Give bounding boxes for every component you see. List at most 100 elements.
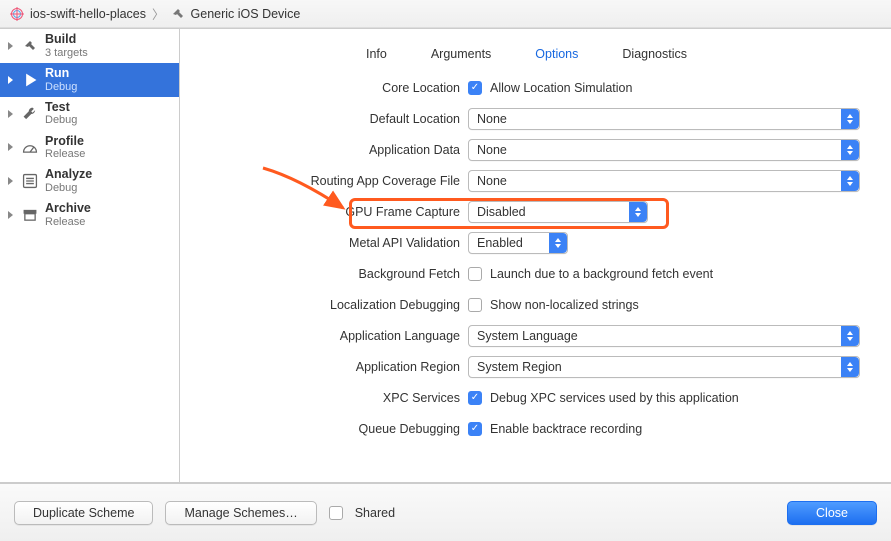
allow-location-checkbox[interactable] (468, 81, 482, 95)
popup-arrows-icon (841, 326, 859, 346)
side-item-title: Run (45, 67, 77, 81)
app-target-icon (10, 7, 24, 21)
disclosure-icon (8, 110, 13, 118)
popup-arrows-icon (549, 233, 567, 253)
tab-options[interactable]: Options (535, 47, 578, 61)
close-button[interactable]: Close (787, 501, 877, 525)
hammer-icon (21, 37, 39, 55)
popup-value: Disabled (477, 205, 526, 219)
bg-fetch-text: Launch due to a background fetch event (490, 267, 713, 281)
xpc-text: Debug XPC services used by this applicat… (490, 391, 739, 405)
popup-value: Enabled (477, 236, 523, 250)
gauge-icon (21, 138, 39, 156)
app-data-popup[interactable]: None (468, 139, 860, 161)
side-test[interactable]: Test Debug (0, 97, 179, 131)
queue-checkbox[interactable] (468, 422, 482, 436)
app-region-label: Application Region (180, 360, 460, 374)
options-pane: Info Arguments Options Diagnostics Core … (180, 29, 891, 482)
shared-label: Shared (355, 506, 395, 520)
app-region-popup[interactable]: System Region (468, 356, 860, 378)
side-item-sub: Release (45, 216, 91, 228)
side-item-text: Analyze Debug (45, 168, 92, 194)
popup-arrows-icon (841, 140, 859, 160)
loc-debug-text: Show non-localized strings (490, 298, 639, 312)
shared-checkbox[interactable] (329, 506, 343, 520)
side-item-title: Test (45, 101, 77, 115)
popup-arrows-icon (841, 171, 859, 191)
popup-arrows-icon (841, 109, 859, 129)
play-icon (21, 71, 39, 89)
detail-tabs: Info Arguments Options Diagnostics (180, 47, 873, 61)
side-archive[interactable]: Archive Release (0, 198, 179, 232)
side-item-text: Test Debug (45, 101, 77, 127)
side-build[interactable]: Build 3 targets (0, 29, 179, 63)
side-profile[interactable]: Profile Release (0, 131, 179, 165)
archive-icon (21, 206, 39, 224)
app-lang-popup[interactable]: System Language (468, 325, 860, 347)
popup-value: None (477, 174, 507, 188)
side-item-text: Run Debug (45, 67, 77, 93)
queue-text: Enable backtrace recording (490, 422, 642, 436)
side-run[interactable]: Run Debug (0, 63, 179, 97)
side-item-sub: Debug (45, 114, 77, 126)
loc-debug-checkbox[interactable] (468, 298, 482, 312)
main-split: Build 3 targets Run Debug Test Debug (0, 28, 891, 483)
disclosure-icon (8, 211, 13, 219)
breadcrumb-project[interactable]: ios-swift-hello-places (30, 7, 146, 21)
side-item-title: Archive (45, 202, 91, 216)
gpu-frame-capture-popup[interactable]: Disabled (468, 201, 648, 223)
routing-file-popup[interactable]: None (468, 170, 860, 192)
button-label: Close (816, 506, 848, 520)
popup-arrows-icon (629, 202, 647, 222)
default-location-label: Default Location (180, 112, 460, 126)
metal-validation-popup[interactable]: Enabled (468, 232, 568, 254)
core-location-label: Core Location (180, 81, 460, 95)
duplicate-scheme-button[interactable]: Duplicate Scheme (14, 501, 153, 525)
tab-info[interactable]: Info (366, 47, 387, 61)
popup-value: None (477, 112, 507, 126)
side-item-title: Build (45, 33, 88, 47)
side-analyze[interactable]: Analyze Debug (0, 164, 179, 198)
popup-arrows-icon (841, 357, 859, 377)
breadcrumb: ios-swift-hello-places 〉 Generic iOS Dev… (0, 0, 891, 28)
disclosure-icon (8, 177, 13, 185)
tab-arguments[interactable]: Arguments (431, 47, 491, 61)
disclosure-icon (8, 76, 13, 84)
side-item-sub: Debug (45, 81, 77, 93)
bg-fetch-checkbox[interactable] (468, 267, 482, 281)
xcode-scheme-editor: ios-swift-hello-places 〉 Generic iOS Dev… (0, 0, 891, 541)
bottom-bar: Duplicate Scheme Manage Schemes… Shared … (0, 483, 891, 541)
hammer-icon (171, 7, 185, 21)
side-item-title: Profile (45, 135, 85, 149)
app-lang-label: Application Language (180, 329, 460, 343)
button-label: Duplicate Scheme (33, 506, 134, 520)
button-label: Manage Schemes… (184, 506, 297, 520)
wrench-icon (21, 105, 39, 123)
allow-location-text: Allow Location Simulation (490, 81, 632, 95)
side-item-sub: Debug (45, 182, 92, 194)
bg-fetch-label: Background Fetch (180, 267, 460, 281)
xpc-checkbox[interactable] (468, 391, 482, 405)
tab-diagnostics[interactable]: Diagnostics (622, 47, 687, 61)
loc-debug-label: Localization Debugging (180, 298, 460, 312)
popup-value: None (477, 143, 507, 157)
scheme-action-list: Build 3 targets Run Debug Test Debug (0, 29, 180, 482)
xpc-label: XPC Services (180, 391, 460, 405)
app-data-label: Application Data (180, 143, 460, 157)
side-item-sub: Release (45, 148, 85, 160)
routing-file-label: Routing App Coverage File (180, 174, 460, 188)
side-item-text: Profile Release (45, 135, 85, 161)
side-item-title: Analyze (45, 168, 92, 182)
default-location-popup[interactable]: None (468, 108, 860, 130)
popup-value: System Region (477, 360, 562, 374)
side-item-text: Archive Release (45, 202, 91, 228)
checklist-icon (21, 172, 39, 190)
queue-label: Queue Debugging (180, 422, 460, 436)
side-item-sub: 3 targets (45, 47, 88, 59)
metal-validation-label: Metal API Validation (180, 236, 460, 250)
chevron-right-icon: 〉 (152, 4, 165, 23)
manage-schemes-button[interactable]: Manage Schemes… (165, 501, 316, 525)
disclosure-icon (8, 143, 13, 151)
breadcrumb-device[interactable]: Generic iOS Device (191, 7, 301, 21)
gpu-frame-capture-label: GPU Frame Capture (180, 205, 460, 219)
